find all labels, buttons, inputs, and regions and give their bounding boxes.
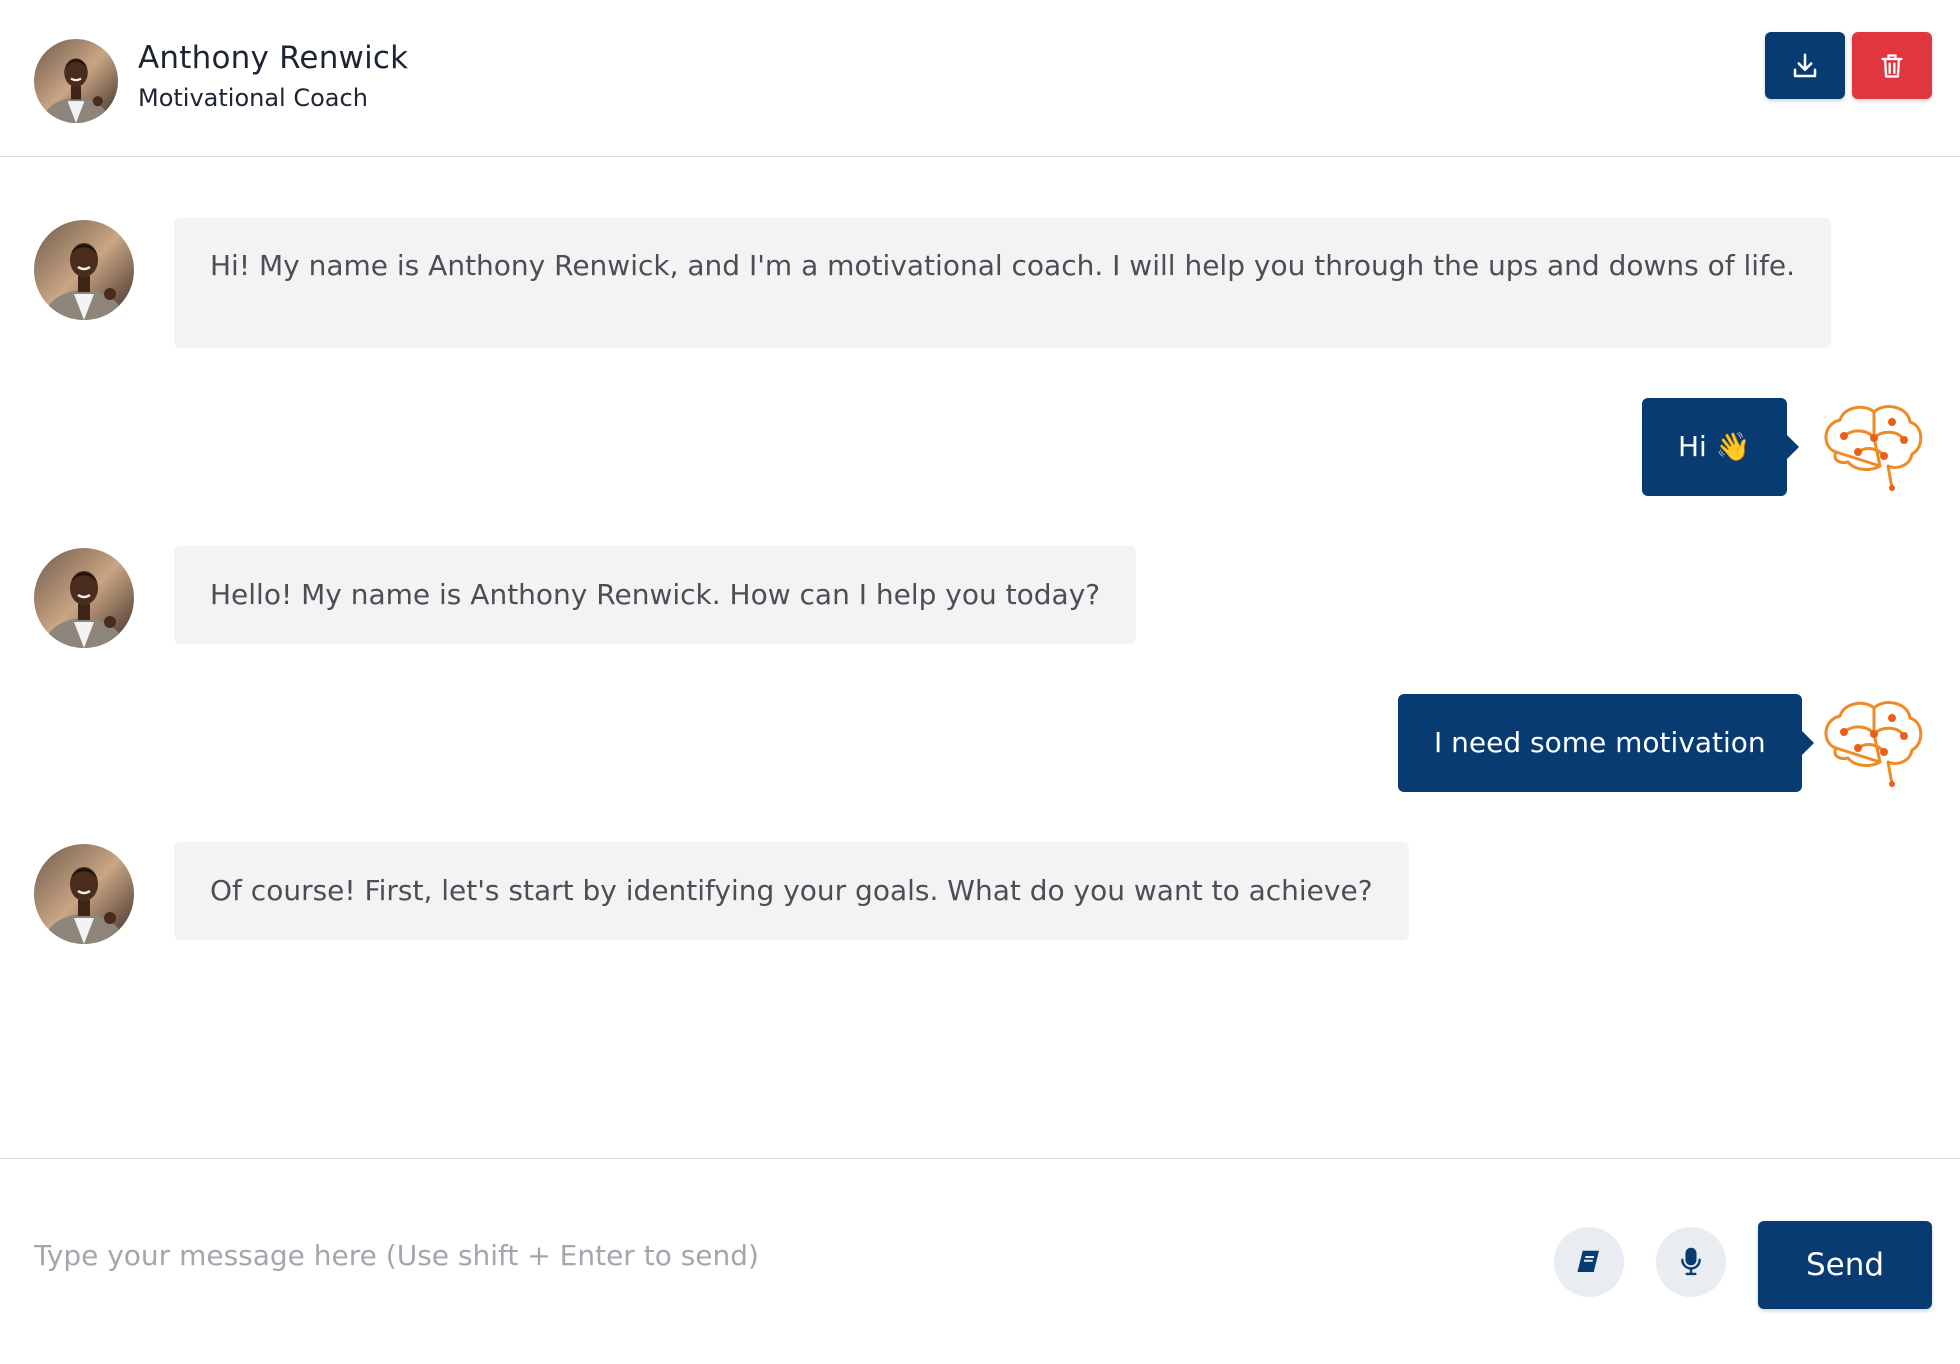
coach-role: Motivational Coach: [138, 84, 368, 112]
coach-avatar: [34, 39, 118, 123]
message-input[interactable]: [34, 1225, 1514, 1285]
microphone-icon: [1681, 1247, 1701, 1276]
message-composer: Send: [0, 1158, 1960, 1364]
bot-avatar: [34, 220, 134, 320]
prompt-library-button[interactable]: [1554, 1227, 1624, 1297]
bot-message: Of course! First, let's start by identif…: [174, 842, 1409, 940]
delete-chat-button[interactable]: [1852, 32, 1932, 99]
download-icon: [1793, 53, 1817, 77]
message-list: Hi! My name is Anthony Renwick, and I'm …: [0, 158, 1960, 1158]
book-icon: [1577, 1250, 1599, 1272]
download-chat-button[interactable]: [1765, 32, 1845, 99]
send-button[interactable]: Send: [1758, 1221, 1932, 1309]
coach-name: Anthony Renwick: [138, 40, 409, 76]
user-brain-avatar: [1818, 696, 1928, 792]
trash-icon: [1881, 53, 1903, 78]
chat-header: Anthony Renwick Motivational Coach: [0, 0, 1960, 157]
bot-avatar: [34, 844, 134, 944]
bot-avatar: [34, 548, 134, 648]
voice-input-button[interactable]: [1656, 1227, 1726, 1297]
user-message: Hi 👋: [1642, 398, 1799, 496]
user-brain-avatar: [1818, 400, 1928, 496]
bot-message: Hello! My name is Anthony Renwick. How c…: [174, 546, 1137, 644]
bot-message: Hi! My name is Anthony Renwick, and I'm …: [174, 218, 1832, 348]
user-message: I need some motivation: [1398, 694, 1814, 792]
